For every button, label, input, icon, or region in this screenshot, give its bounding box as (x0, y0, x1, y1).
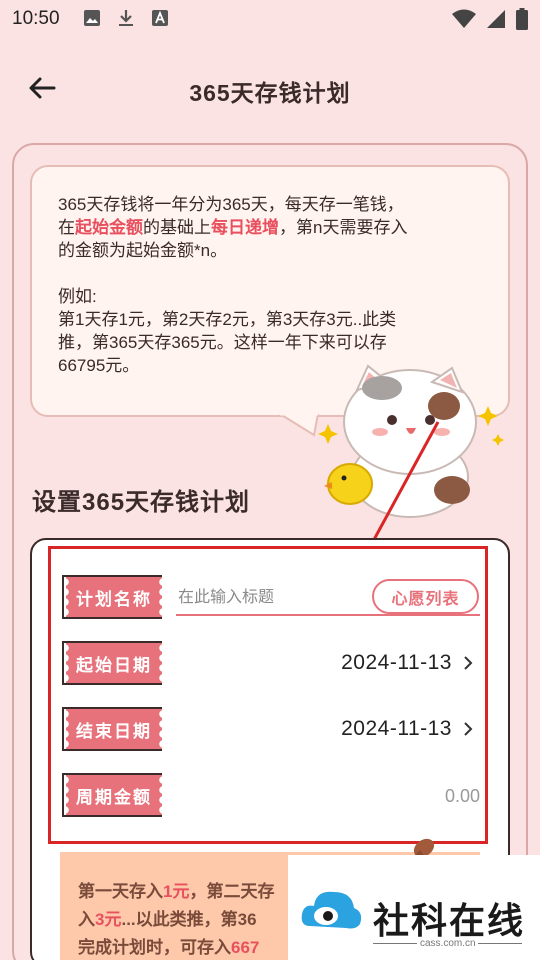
font-icon (152, 10, 168, 26)
highlight-daily-increase: 每日递增 (211, 218, 279, 237)
start-date-value[interactable]: 2024-11-13 (341, 651, 452, 675)
section-title: 设置365天存钱计划 (32, 489, 251, 516)
header: 365天存钱计划 (0, 60, 540, 116)
watermark-url: cass.com.cn (420, 938, 476, 949)
intro-line-1: 365天存钱将一年分为365天，每天存一笔钱， (58, 195, 404, 214)
wifi-icon (452, 9, 476, 28)
watermark-divider (478, 943, 522, 944)
watermark-name: 社科在线 (373, 901, 526, 941)
download-icon (119, 10, 133, 26)
chevron-right-icon[interactable] (462, 721, 474, 737)
intro-line-3: 的金额为起始金额*n。 (58, 241, 228, 260)
plan-name-label: 计划名称 (65, 577, 162, 617)
chevron-right-icon[interactable] (462, 655, 474, 671)
intro-line-2: 在起始金额的基础上每日递增，第n天需要存入 (58, 218, 408, 237)
highlight-start-amount: 起始金额 (75, 218, 143, 237)
plan-title-input[interactable] (178, 586, 368, 610)
status-icons-right (452, 8, 528, 30)
input-underline (176, 614, 480, 616)
start-date-label: 起始日期 (65, 643, 162, 683)
end-date-label: 结束日期 (65, 709, 162, 749)
end-date-value[interactable]: 2024-11-13 (341, 717, 452, 741)
example-label: 例如: (58, 287, 97, 306)
watermark-divider (373, 943, 417, 944)
period-amount-label: 周期金额 (65, 775, 162, 815)
image-icon (84, 10, 100, 26)
watermark-logo (301, 891, 362, 929)
battery-icon (516, 8, 528, 30)
page-title: 365天存钱计划 (189, 80, 351, 106)
status-time: 10:50 (12, 8, 60, 29)
signal-icon (487, 10, 505, 28)
status-icons-left (82, 8, 170, 28)
period-amount-value[interactable]: 0.00 (445, 786, 480, 807)
wish-list-button[interactable]: 心愿列表 (372, 579, 479, 614)
example-line-2: 推，第365天存365元。这样一年下来可以存 (58, 333, 387, 352)
status-bar: 10:50 (0, 0, 540, 38)
example-line-1: 第1天存1元，第2天存2元，第3天存3元..此类 (58, 310, 397, 329)
